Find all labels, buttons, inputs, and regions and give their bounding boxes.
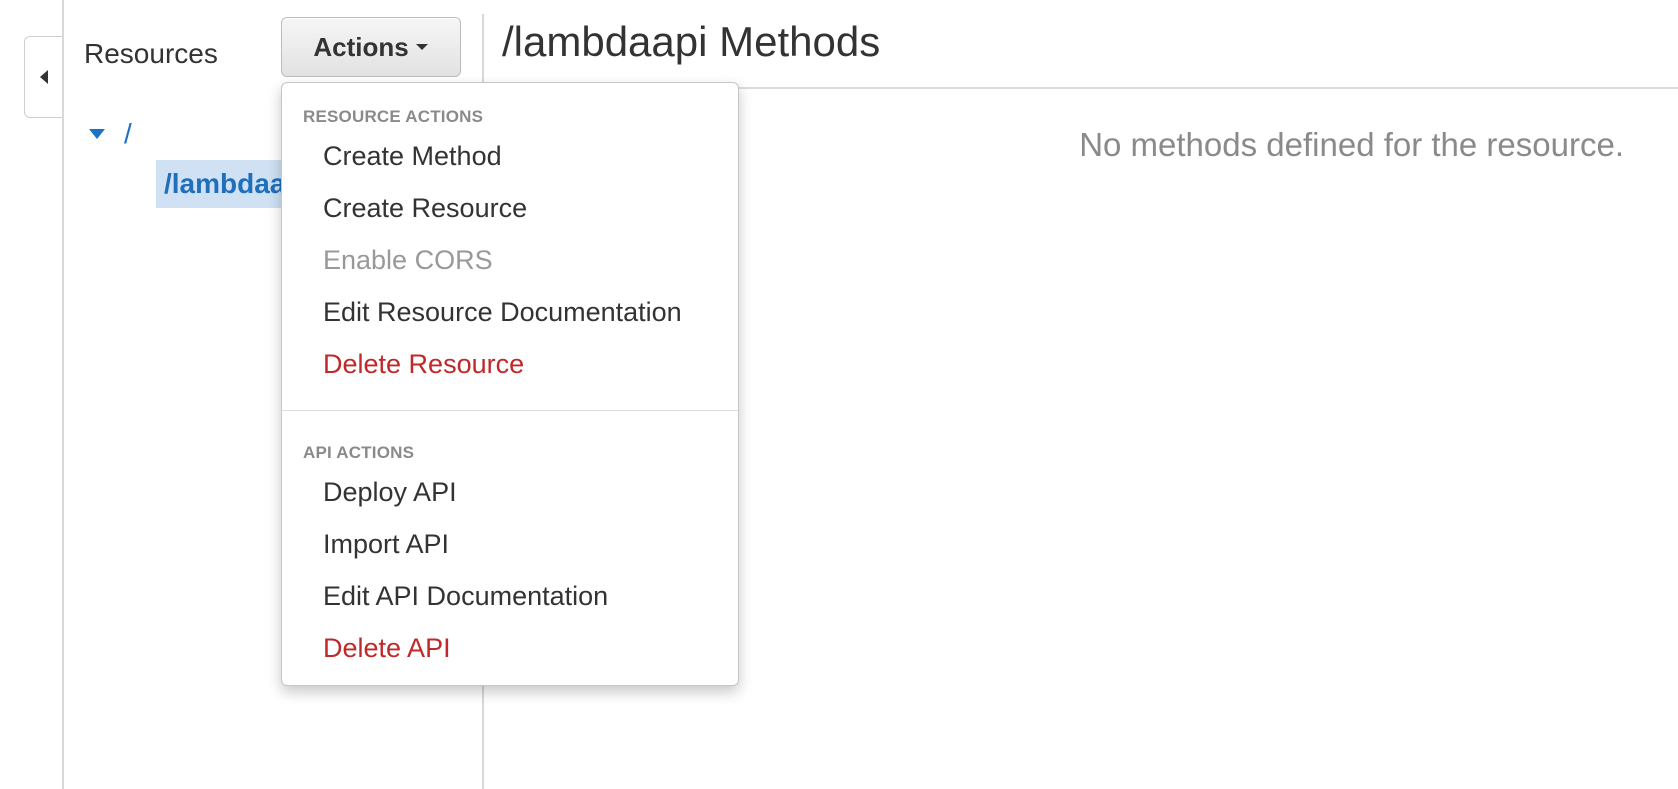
resource-actions-header: RESOURCE ACTIONS <box>303 107 484 126</box>
menu-item-import-api[interactable]: Import API <box>323 529 449 560</box>
tree-node-lambdaapi-label: /lambdaapi <box>164 168 286 199</box>
menu-item-delete-api[interactable]: Delete API <box>323 633 451 664</box>
menu-item-create-resource[interactable]: Create Resource <box>323 193 527 224</box>
caret-left-icon <box>40 70 48 84</box>
tree-node-root[interactable]: / <box>88 118 132 150</box>
empty-methods-message: No methods defined for the resource. <box>1079 126 1624 163</box>
resources-title: Resources <box>84 38 218 69</box>
page-title: /lambdaapi Methods <box>502 18 881 65</box>
menu-item-enable-cors: Enable CORS <box>323 245 493 275</box>
api-actions-header: API ACTIONS <box>303 443 415 462</box>
menu-item-create-method[interactable]: Create Method <box>323 141 502 172</box>
triangle-down-icon <box>89 129 105 139</box>
menu-item-edit-api-documentation[interactable]: Edit API Documentation <box>323 581 608 612</box>
menu-divider <box>282 410 738 411</box>
actions-dropdown-menu: RESOURCE ACTIONS Create Method Create Re… <box>281 82 739 686</box>
tree-node-lambdaapi[interactable]: /lambdaapi <box>156 160 286 208</box>
sidebar-left-border <box>62 0 64 789</box>
menu-item-delete-resource[interactable]: Delete Resource <box>323 349 524 380</box>
menu-item-edit-resource-documentation[interactable]: Edit Resource Documentation <box>323 297 682 328</box>
caret-down-icon <box>415 44 428 50</box>
menu-item-deploy-api[interactable]: Deploy API <box>323 477 457 508</box>
actions-button[interactable]: Actions <box>281 17 461 77</box>
api-gateway-resources-page: Resources Actions / /lambdaapi /lambdaap… <box>0 0 1678 789</box>
collapse-sidebar-button[interactable] <box>24 36 63 118</box>
tree-node-root-label: / <box>124 118 132 149</box>
actions-button-label: Actions <box>313 31 409 62</box>
